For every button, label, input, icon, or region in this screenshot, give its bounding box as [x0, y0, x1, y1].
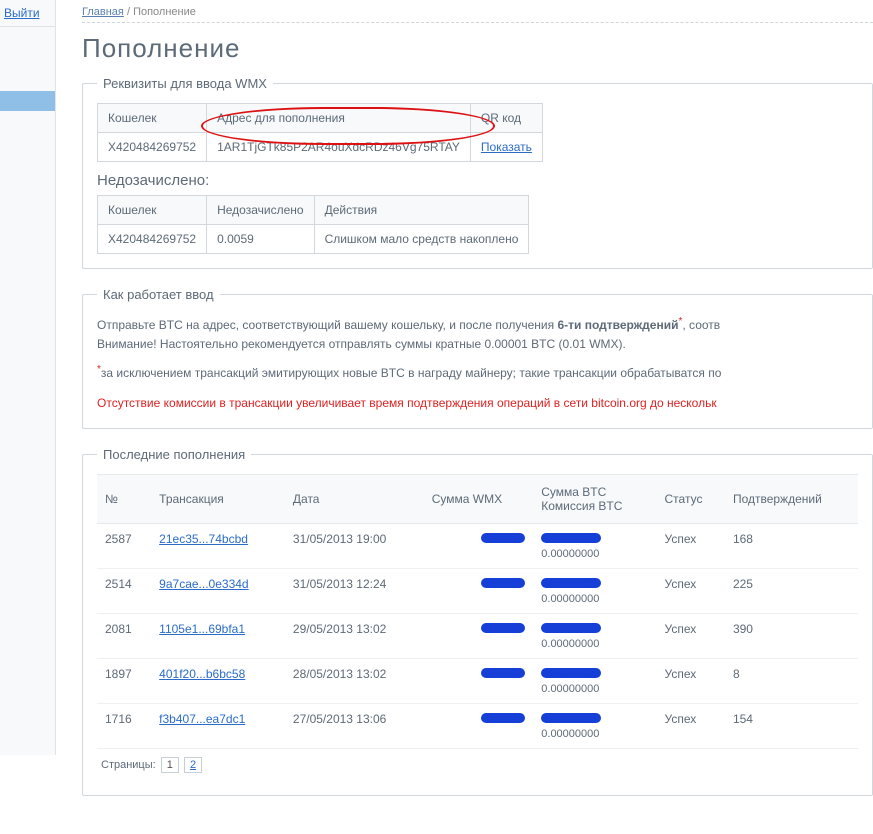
- redacted: [541, 623, 601, 633]
- col-address: Адрес для пополнения: [207, 104, 471, 133]
- tx-date: 27/05/2013 13:06: [285, 703, 424, 748]
- page-1[interactable]: 1: [161, 757, 179, 773]
- tx-n: 2081: [97, 613, 151, 658]
- tx-btc: 0.00000000: [533, 568, 656, 613]
- table-row: 2587 21ec35...74bcbd 31/05/2013 19:00 0.000…: [97, 523, 858, 568]
- col-wallet2: Кошелек: [98, 196, 207, 225]
- tx-wmx: [424, 613, 534, 658]
- show-qr-link[interactable]: Показать: [481, 140, 532, 154]
- tx-wmx: [424, 523, 534, 568]
- deposit-fieldset: Реквизиты для ввода WMX Кошелек Адрес дл…: [82, 76, 873, 269]
- table-row: 1897 401f20...b6bc58 28/05/2013 13:02 0.000…: [97, 658, 858, 703]
- transactions-legend: Последние пополнения: [97, 447, 251, 462]
- tx-n: 2587: [97, 523, 151, 568]
- redacted: [541, 578, 601, 588]
- how-legend: Как работает ввод: [97, 287, 220, 302]
- tx-link[interactable]: f3b407...ea7dc1: [159, 712, 245, 726]
- tx-n: 1897: [97, 658, 151, 703]
- breadcrumb: Главная / Пополнение: [82, 4, 873, 23]
- address-value: 1AR1TjGTk85P2AR4ouXdcRDz46Vg75RTAY: [207, 133, 471, 162]
- tx-btc: 0.00000000: [533, 613, 656, 658]
- table-row: X420484269752 1AR1TjGTk85P2AR4ouXdcRDz46…: [98, 133, 543, 162]
- page-2[interactable]: 2: [184, 757, 202, 773]
- tx-n: 2514: [97, 568, 151, 613]
- col-n: №: [97, 474, 151, 523]
- breadcrumb-current: Пополнение: [133, 6, 196, 18]
- how-warning: Отсутствие комиссии в транcакции увеличи…: [97, 394, 858, 413]
- pending-amount: 0.0059: [207, 225, 314, 254]
- table-row: 2514 9a7cae...0e334d 31/05/2013 12:24 0.000…: [97, 568, 858, 613]
- col-status: Статус: [657, 474, 725, 523]
- redacted: [481, 623, 525, 633]
- pending-title: Недозачислено:: [97, 172, 858, 189]
- tx-n: 1716: [97, 703, 151, 748]
- tx-conf: 154: [725, 703, 858, 748]
- table-row: 1716 f3b407...ea7dc1 27/05/2013 13:06 0.000…: [97, 703, 858, 748]
- tx-date: 28/05/2013 13:02: [285, 658, 424, 703]
- redacted: [541, 668, 601, 678]
- logout-link[interactable]: Выйти: [4, 6, 40, 20]
- tx-conf: 390: [725, 613, 858, 658]
- deposit-legend: Реквизиты для ввода WMX: [97, 76, 273, 91]
- how-fieldset: Как работает ввод Отправьте BTC на адрес…: [82, 287, 873, 429]
- col-date: Дата: [285, 474, 424, 523]
- tx-status: Успех: [657, 613, 725, 658]
- breadcrumb-home[interactable]: Главная: [82, 6, 124, 18]
- page-title: Пополнение: [82, 33, 873, 64]
- tx-btc: 0.00000000: [533, 523, 656, 568]
- how-text: Отправьте BTC на адрес, соответствующий …: [97, 314, 858, 354]
- table-row: X420484269752 0.0059 Слишком мало средст…: [98, 225, 529, 254]
- col-wmx: Сумма WMX: [424, 474, 534, 523]
- sidebar: Выйти: [0, 0, 56, 755]
- tx-conf: 168: [725, 523, 858, 568]
- how-note: *за исключением транcакций эмитирующих н…: [97, 364, 858, 380]
- tx-link[interactable]: 1105e1...69bfa1: [159, 622, 245, 636]
- sidebar-active-item[interactable]: [0, 91, 55, 111]
- col-pending: Недозачислено: [207, 196, 314, 225]
- tx-conf: 8: [725, 658, 858, 703]
- tx-date: 29/05/2013 13:02: [285, 613, 424, 658]
- wallet-value: X420484269752: [98, 133, 207, 162]
- pagination: Страницы: 1 2: [97, 749, 858, 781]
- tx-link[interactable]: 401f20...b6bc58: [159, 667, 245, 681]
- col-tx: Транcакция: [151, 474, 285, 523]
- col-qr: QR код: [470, 104, 542, 133]
- tx-link[interactable]: 9a7cae...0e334d: [159, 577, 248, 591]
- redacted: [541, 533, 601, 543]
- tx-status: Успех: [657, 568, 725, 613]
- redacted: [481, 713, 525, 723]
- tx-status: Успех: [657, 703, 725, 748]
- pending-table: Кошелек Недозачислено Действия X42048426…: [97, 195, 529, 254]
- tx-conf: 225: [725, 568, 858, 613]
- pending-action: Слишком мало средств накоплено: [314, 225, 529, 254]
- tx-wmx: [424, 703, 534, 748]
- main-content: Главная / Пополнение Пополнение Реквизит…: [70, 0, 873, 834]
- col-wallet: Кошелек: [98, 104, 207, 133]
- tx-btc: 0.00000000: [533, 658, 656, 703]
- tx-status: Успех: [657, 658, 725, 703]
- pending-wallet: X420484269752: [98, 225, 207, 254]
- tx-btc: 0.00000000: [533, 703, 656, 748]
- redacted: [481, 668, 525, 678]
- table-row: 2081 1105e1...69bfa1 29/05/2013 13:02 0.000…: [97, 613, 858, 658]
- redacted: [541, 713, 601, 723]
- redacted: [481, 533, 525, 543]
- tx-date: 31/05/2013 12:24: [285, 568, 424, 613]
- tx-wmx: [424, 568, 534, 613]
- tx-date: 31/05/2013 19:00: [285, 523, 424, 568]
- pages-label: Страницы:: [101, 759, 156, 771]
- transactions-table: № Транcакция Дата Сумма WMX Сумма BTCКом…: [97, 474, 858, 749]
- tx-wmx: [424, 658, 534, 703]
- tx-status: Успех: [657, 523, 725, 568]
- tx-link[interactable]: 21ec35...74bcbd: [159, 532, 248, 546]
- col-btc: Сумма BTCКомиссия BTC: [533, 474, 656, 523]
- breadcrumb-sep: /: [127, 6, 130, 18]
- deposit-table: Кошелек Адрес для пополнения QR код X420…: [97, 103, 543, 162]
- col-actions: Действия: [314, 196, 529, 225]
- transactions-fieldset: Последние пополнения № Транcакция Дата С…: [82, 447, 873, 796]
- col-conf: Подтверждений: [725, 474, 858, 523]
- redacted: [481, 578, 525, 588]
